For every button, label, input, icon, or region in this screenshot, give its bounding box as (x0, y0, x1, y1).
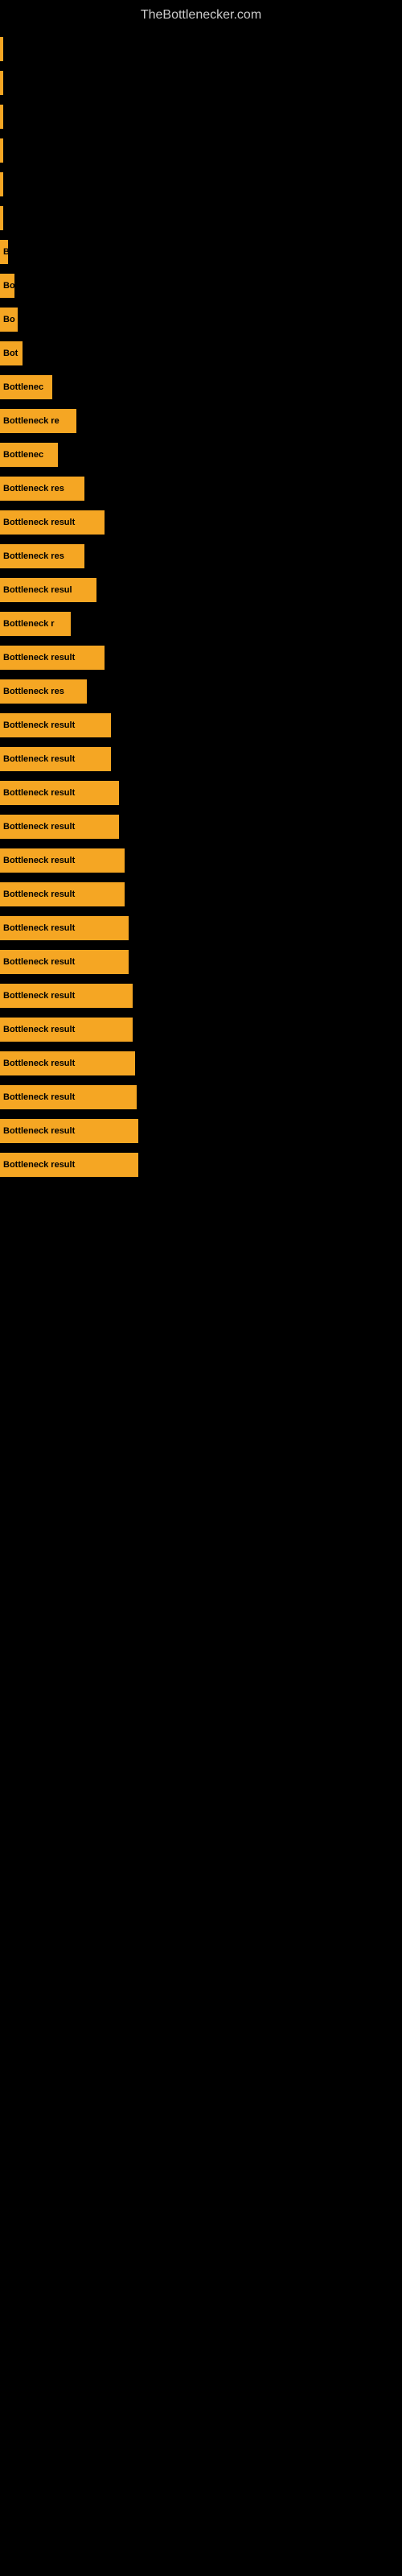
bar-item: Bottleneck result (0, 848, 125, 873)
bar-label: Bottleneck result (3, 991, 75, 1001)
bar-item: Bottleneck result (0, 747, 111, 771)
bar-item (0, 172, 3, 196)
bar-item (0, 105, 3, 129)
bar-item (0, 206, 3, 230)
bar-label: Bottleneck result (3, 890, 75, 899)
bar-item (0, 37, 3, 61)
bar-label: Bottleneck result (3, 1059, 75, 1068)
bar-row: Bottleneck res (0, 542, 402, 571)
bar-row: Bottleneck result (0, 745, 402, 774)
bar-label: Bottleneck r (3, 619, 55, 629)
bar-label: Bottleneck result (3, 1025, 75, 1034)
bar-item: Bottleneck result (0, 916, 129, 940)
bar-row (0, 35, 402, 64)
bar-label: Bottlenec (3, 450, 43, 460)
bar-item: Bottleneck res (0, 679, 87, 704)
bar-item: Bottleneck result (0, 950, 129, 974)
bar-label: Bottleneck res (3, 687, 64, 696)
bar-item: Bottleneck result (0, 882, 125, 906)
bar-row (0, 102, 402, 131)
bar-item: Bottleneck result (0, 781, 119, 805)
bar-row: Bottleneck result (0, 914, 402, 943)
bar-item: Bottleneck result (0, 815, 119, 839)
bar-row: Bo (0, 271, 402, 300)
bar-item: Bottleneck result (0, 1119, 138, 1143)
bar-label: Bottleneck resul (3, 585, 72, 595)
bar-row: Bottleneck result (0, 947, 402, 976)
bar-item: Bottleneck re (0, 409, 76, 433)
bar-row: Bottleneck result (0, 1049, 402, 1078)
bar-label: Bottleneck result (3, 788, 75, 798)
bar-row: Bottleneck result (0, 1117, 402, 1146)
bar-row: Bottleneck result (0, 846, 402, 875)
bar-label: Bottlenec (3, 382, 43, 392)
bar-item: Bottleneck res (0, 477, 84, 501)
bar-label: Bottleneck result (3, 856, 75, 865)
bar-row: Bottleneck result (0, 812, 402, 841)
bar-row: Bot (0, 339, 402, 368)
bar-row: Bottleneck res (0, 474, 402, 503)
bar-item: Bottlenec (0, 375, 52, 399)
bar-label: Bottleneck result (3, 1126, 75, 1136)
bar-label: Bottleneck result (3, 822, 75, 832)
bars-container: B Bo Bo Bot Bottlenec Bottleneck re Bottlenec B… (0, 27, 402, 1192)
bar-row: B (0, 237, 402, 266)
bar-item: Bot (0, 341, 23, 365)
bar-item: Bottleneck result (0, 713, 111, 737)
bar-item (0, 71, 3, 95)
bar-row: Bo (0, 305, 402, 334)
bar-label: Bo (3, 281, 14, 291)
bar-row: Bottlenec (0, 440, 402, 469)
bar-item: Bottleneck result (0, 1085, 137, 1109)
bar-label: Bottleneck result (3, 754, 75, 764)
bar-row (0, 68, 402, 97)
bar-label: Bottleneck result (3, 653, 75, 663)
bar-row: Bottleneck re (0, 407, 402, 436)
bar-row: Bottleneck result (0, 643, 402, 672)
bar-label: Bottleneck result (3, 1160, 75, 1170)
bar-label: Bottleneck res (3, 484, 64, 493)
bar-row: Bottleneck result (0, 1015, 402, 1044)
bar-row: Bottleneck result (0, 1083, 402, 1112)
bar-item: Bottleneck result (0, 1051, 135, 1075)
bar-item: Bottleneck result (0, 1153, 138, 1177)
bar-item (0, 138, 3, 163)
bar-label: Bot (3, 349, 18, 358)
bar-item: Bottleneck result (0, 646, 105, 670)
bar-row: Bottleneck result (0, 880, 402, 909)
bar-row: Bottleneck result (0, 711, 402, 740)
bar-row: Bottleneck result (0, 778, 402, 807)
bar-label: Bottleneck result (3, 720, 75, 730)
bar-row: Bottleneck result (0, 508, 402, 537)
bar-item: Bottleneck result (0, 984, 133, 1008)
bar-row (0, 136, 402, 165)
bar-label: Bottleneck re (3, 416, 59, 426)
bar-item: Bottleneck res (0, 544, 84, 568)
bar-row (0, 204, 402, 233)
bar-item: Bottleneck result (0, 1018, 133, 1042)
bar-row: Bottleneck resul (0, 576, 402, 605)
bar-row: Bottleneck result (0, 981, 402, 1010)
site-title-text: TheBottlenecker.com (0, 0, 402, 27)
bar-label: Bottleneck result (3, 923, 75, 933)
bar-row: Bottlenec (0, 373, 402, 402)
bar-item: B (0, 240, 8, 264)
bar-row: Bottleneck r (0, 609, 402, 638)
bar-item: Bottleneck r (0, 612, 71, 636)
bar-row (0, 170, 402, 199)
bar-label: Bottleneck result (3, 1092, 75, 1102)
bar-item: Bottleneck result (0, 510, 105, 535)
bar-item: Bo (0, 274, 14, 298)
bar-label: B (3, 247, 8, 257)
bar-label: Bo (3, 315, 15, 324)
bar-item: Bottlenec (0, 443, 58, 467)
bar-label: Bottleneck result (3, 957, 75, 967)
bar-row: Bottleneck res (0, 677, 402, 706)
bar-item: Bo (0, 308, 18, 332)
bar-item: Bottleneck resul (0, 578, 96, 602)
bar-label: Bottleneck res (3, 551, 64, 561)
bar-row: Bottleneck result (0, 1150, 402, 1179)
bar-label: Bottleneck result (3, 518, 75, 527)
